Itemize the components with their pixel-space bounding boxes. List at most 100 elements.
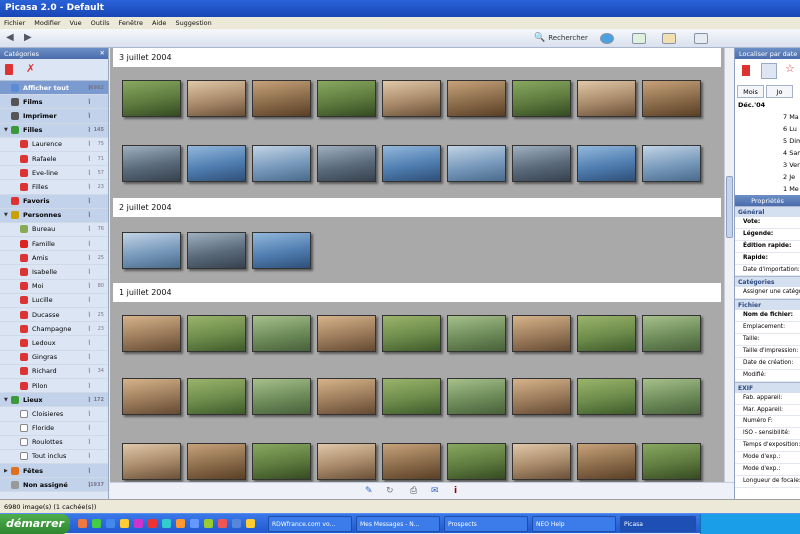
edit-icon[interactable]: ✎: [365, 486, 373, 496]
photo-scrollbar[interactable]: [724, 48, 734, 482]
photo-thumbnail[interactable]: [642, 80, 701, 117]
category-item[interactable]: Pilon ⌇: [0, 379, 108, 394]
quicklaunch-icon[interactable]: [176, 519, 185, 528]
category-item[interactable]: Filles ⌇ 23: [0, 180, 108, 195]
refresh-icon[interactable]: [600, 33, 614, 44]
photo-thumbnail[interactable]: [512, 378, 571, 415]
photo-thumbnail[interactable]: [577, 80, 636, 117]
info-icon[interactable]: i: [454, 486, 457, 496]
quicklaunch-icon[interactable]: [92, 519, 101, 528]
photo-thumbnail[interactable]: [122, 145, 181, 182]
photo-thumbnail[interactable]: [447, 145, 506, 182]
photo-thumbnail[interactable]: [447, 80, 506, 117]
expand-arrow-icon[interactable]: ▼: [4, 393, 11, 407]
tab-month[interactable]: Mois: [737, 85, 764, 98]
quicklaunch-icon[interactable]: [190, 519, 199, 528]
star-icon[interactable]: ☆: [785, 62, 795, 75]
photo-thumbnail[interactable]: [382, 378, 441, 415]
menu-item[interactable]: Aide: [152, 19, 166, 27]
timeline-entry[interactable]: 3 Ven: [735, 160, 800, 172]
photo-thumbnail[interactable]: [382, 315, 441, 352]
photo-thumbnail[interactable]: [382, 145, 441, 182]
tab-day[interactable]: Jo: [766, 85, 793, 98]
photo-thumbnail[interactable]: [252, 232, 311, 269]
quicklaunch-icon[interactable]: [106, 519, 115, 528]
photo-thumbnail[interactable]: [187, 232, 246, 269]
photo-thumbnail[interactable]: [447, 378, 506, 415]
photo-thumbnail[interactable]: [187, 315, 246, 352]
quicklaunch-icon[interactable]: [78, 519, 87, 528]
timeline-entry[interactable]: Déc.'04: [735, 100, 800, 112]
photo-thumbnail[interactable]: [642, 378, 701, 415]
category-item[interactable]: Favoris ⌇: [0, 194, 108, 209]
taskbar-item[interactable]: NEO Help: [532, 516, 616, 532]
search-button[interactable]: 🔍 Rechercher: [534, 33, 588, 43]
photo-thumbnail[interactable]: [642, 443, 701, 480]
photo-thumbnail[interactable]: [642, 145, 701, 182]
category-item[interactable]: Champagne ⌇ 23: [0, 322, 108, 337]
expand-arrow-icon[interactable]: ▼: [4, 208, 11, 222]
photo-thumbnail[interactable]: [252, 378, 311, 415]
photo-thumbnail[interactable]: [317, 443, 376, 480]
delete-category-icon[interactable]: ✗: [26, 62, 35, 75]
category-item[interactable]: Non assigné ⌇ 1937: [0, 478, 108, 493]
photo-thumbnail[interactable]: [252, 315, 311, 352]
category-item[interactable]: ▼ Lieux ⌇ 172: [0, 393, 108, 408]
menu-item[interactable]: Suggestion: [175, 19, 211, 27]
photo-thumbnail[interactable]: [317, 145, 376, 182]
category-item[interactable]: ▼ Filles ⌇ 145: [0, 123, 108, 138]
property-section[interactable]: Catégories: [735, 276, 800, 288]
back-arrow-icon[interactable]: ◀: [6, 32, 20, 44]
photo-thumbnail[interactable]: [512, 145, 571, 182]
photo-thumbnail[interactable]: [512, 443, 571, 480]
property-section[interactable]: Général: [735, 206, 800, 217]
start-button[interactable]: démarrer: [0, 514, 70, 534]
quicklaunch-icon[interactable]: [232, 519, 241, 528]
photo-thumbnail[interactable]: [577, 315, 636, 352]
category-item[interactable]: Ducasse ⌇ 25: [0, 308, 108, 323]
photo-thumbnail[interactable]: [122, 315, 181, 352]
category-item[interactable]: Bureau ⌇ 76: [0, 223, 108, 238]
photo-thumbnail[interactable]: [252, 145, 311, 182]
rotate-icon[interactable]: ↻: [386, 486, 394, 496]
photo-thumbnail[interactable]: [187, 443, 246, 480]
category-item[interactable]: Amis ⌇ 25: [0, 251, 108, 266]
category-item[interactable]: Moi ⌇ 80: [0, 280, 108, 294]
scrollbar-thumb[interactable]: [726, 176, 733, 238]
photo-thumbnail[interactable]: [187, 378, 246, 415]
photo-thumbnail[interactable]: [447, 443, 506, 480]
pin-icon[interactable]: [761, 63, 777, 79]
taskbar-item[interactable]: RDWfrance.com vo...: [268, 516, 352, 532]
quicklaunch-icon[interactable]: [246, 519, 255, 528]
flag-icon[interactable]: [742, 65, 750, 76]
photo-thumbnail[interactable]: [122, 80, 181, 117]
category-item[interactable]: Gingras ⌇: [0, 351, 108, 365]
add-category-icon[interactable]: [5, 64, 13, 75]
photo-thumbnail[interactable]: [642, 315, 701, 352]
category-item[interactable]: Cloisieres ⌇: [0, 407, 108, 422]
photo-thumbnail[interactable]: [317, 80, 376, 117]
category-item[interactable]: Richard ⌇ 34: [0, 365, 108, 379]
category-item[interactable]: Rafaele ⌇ 71: [0, 152, 108, 167]
category-item[interactable]: Films ⌇: [0, 95, 108, 110]
photo-thumbnail[interactable]: [122, 443, 181, 480]
photo-thumbnail[interactable]: [512, 315, 571, 352]
photo-thumbnail[interactable]: [187, 145, 246, 182]
photo-thumbnail[interactable]: [382, 443, 441, 480]
category-item[interactable]: Isabelle ⌇: [0, 265, 108, 280]
timeline-entry[interactable]: 7 Ma: [735, 112, 800, 124]
menu-item[interactable]: Fichier: [4, 19, 25, 27]
category-item[interactable]: Floride ⌇: [0, 422, 108, 436]
category-item[interactable]: Tout inclus ⌇: [0, 450, 108, 465]
email-icon[interactable]: ✉: [431, 486, 439, 496]
category-item[interactable]: Laurence ⌇ 75: [0, 138, 108, 152]
category-item[interactable]: Imprimer ⌇: [0, 109, 108, 124]
category-item[interactable]: Famille ⌇: [0, 237, 108, 252]
quicklaunch-icon[interactable]: [134, 519, 143, 528]
quicklaunch-icon[interactable]: [204, 519, 213, 528]
quicklaunch-icon[interactable]: [218, 519, 227, 528]
photo-thumbnail[interactable]: [317, 315, 376, 352]
photo-thumbnail[interactable]: [577, 378, 636, 415]
timeline-entry[interactable]: 4 Sam: [735, 148, 800, 160]
photo-thumbnail[interactable]: [447, 315, 506, 352]
